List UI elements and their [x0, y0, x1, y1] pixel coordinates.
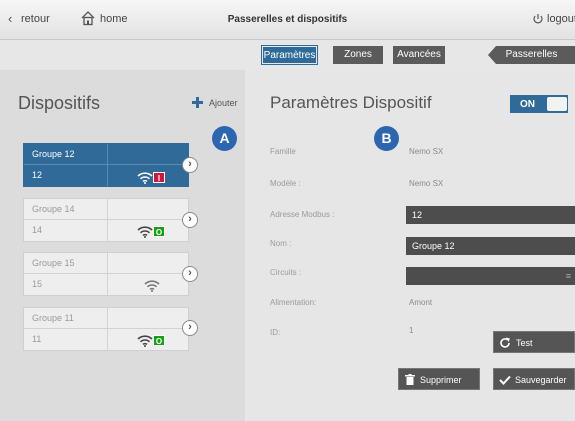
- checkmark-icon: [499, 375, 511, 385]
- test-label: Test: [516, 338, 533, 348]
- chevron-right-icon[interactable]: ›: [182, 157, 198, 173]
- modele-value: Nemo SX: [409, 179, 444, 188]
- delete-label: Supprimer: [420, 375, 462, 385]
- test-button[interactable]: Test: [493, 331, 575, 353]
- alimentation-label: Alimentation:: [270, 298, 317, 307]
- device-number: 14: [32, 225, 43, 235]
- device-card[interactable]: Groupe 15 15: [23, 252, 189, 296]
- chevron-right-icon[interactable]: ›: [182, 212, 198, 228]
- card-divider: [24, 219, 188, 220]
- tab-parametres[interactable]: Paramètres: [261, 45, 318, 65]
- add-device-label: Ajouter: [209, 98, 238, 108]
- device-name: Groupe 12: [32, 149, 75, 159]
- toggle-knob: [547, 97, 567, 111]
- circuits-select[interactable]: ≡: [406, 267, 575, 285]
- tab-bar: Paramètres Zones Avancées Passerelles: [0, 40, 575, 70]
- device-name: Groupe 15: [32, 258, 75, 268]
- device-name: Groupe 14: [32, 204, 75, 214]
- delete-button[interactable]: Supprimer: [398, 368, 480, 390]
- id-label: ID:: [270, 328, 281, 337]
- logout-label: logout: [547, 13, 575, 25]
- id-value: 1: [409, 326, 414, 335]
- modbus-label: Adresse Modbus :: [270, 210, 335, 219]
- plus-icon: [192, 97, 203, 108]
- marker-a: A: [212, 126, 237, 151]
- circuits-label: Circuits :: [270, 268, 302, 277]
- card-divider: [107, 199, 108, 241]
- save-button[interactable]: Sauvegarder: [493, 368, 575, 390]
- status-badge: O: [153, 226, 165, 237]
- nom-label: Nom :: [270, 239, 292, 248]
- menu-icon: ≡: [565, 271, 571, 281]
- card-divider: [107, 253, 108, 295]
- devices-title: Dispositifs: [18, 93, 101, 113]
- devices-panel: [0, 70, 245, 421]
- device-number: 12: [32, 170, 43, 180]
- card-divider: [107, 144, 108, 186]
- tab-zones[interactable]: Zones: [333, 46, 383, 64]
- on-off-toggle[interactable]: ON: [510, 95, 568, 113]
- status-badge: O: [153, 335, 165, 346]
- wifi-icon: [137, 172, 153, 184]
- wifi-icon: [144, 280, 160, 292]
- name-field[interactable]: Groupe 12: [406, 237, 575, 255]
- tab-passerelles[interactable]: Passerelles: [488, 46, 575, 64]
- chevron-right-icon[interactable]: ›: [182, 266, 198, 282]
- device-number: 11: [32, 334, 42, 344]
- card-divider: [24, 328, 188, 329]
- marker-b: B: [374, 126, 399, 151]
- tab-passerelles-label: Passerelles: [505, 49, 558, 60]
- device-name: Groupe 11: [32, 313, 74, 323]
- wifi-icon: [137, 226, 153, 238]
- save-label: Sauvegarder: [515, 375, 567, 385]
- settings-title: Paramètres Dispositif: [270, 93, 432, 112]
- famille-label: Famille: [270, 147, 296, 156]
- top-bar: ‹ retour home Passerelles et dispositifs…: [0, 0, 575, 40]
- card-divider: [24, 164, 188, 165]
- famille-value: Nemo SX: [409, 147, 444, 156]
- alimentation-value: Amont: [409, 298, 433, 307]
- status-badge: I: [153, 172, 165, 183]
- tab-avancees[interactable]: Avancées: [393, 46, 445, 64]
- logout-button[interactable]: logout: [532, 11, 575, 29]
- wifi-icon: [137, 335, 153, 347]
- card-divider: [24, 273, 188, 274]
- card-divider: [107, 308, 108, 350]
- power-icon: [533, 14, 543, 24]
- trash-icon: [405, 374, 415, 385]
- modele-label: Modèle :: [270, 179, 301, 188]
- device-number: 15: [32, 279, 43, 289]
- modbus-address-field[interactable]: 12: [406, 206, 575, 224]
- chevron-right-icon[interactable]: ›: [182, 320, 198, 336]
- toggle-label: ON: [520, 99, 535, 110]
- add-device-button[interactable]: Ajouter: [192, 95, 242, 111]
- page-title: Passerelles et dispositifs: [227, 14, 348, 25]
- refresh-icon: [500, 337, 510, 348]
